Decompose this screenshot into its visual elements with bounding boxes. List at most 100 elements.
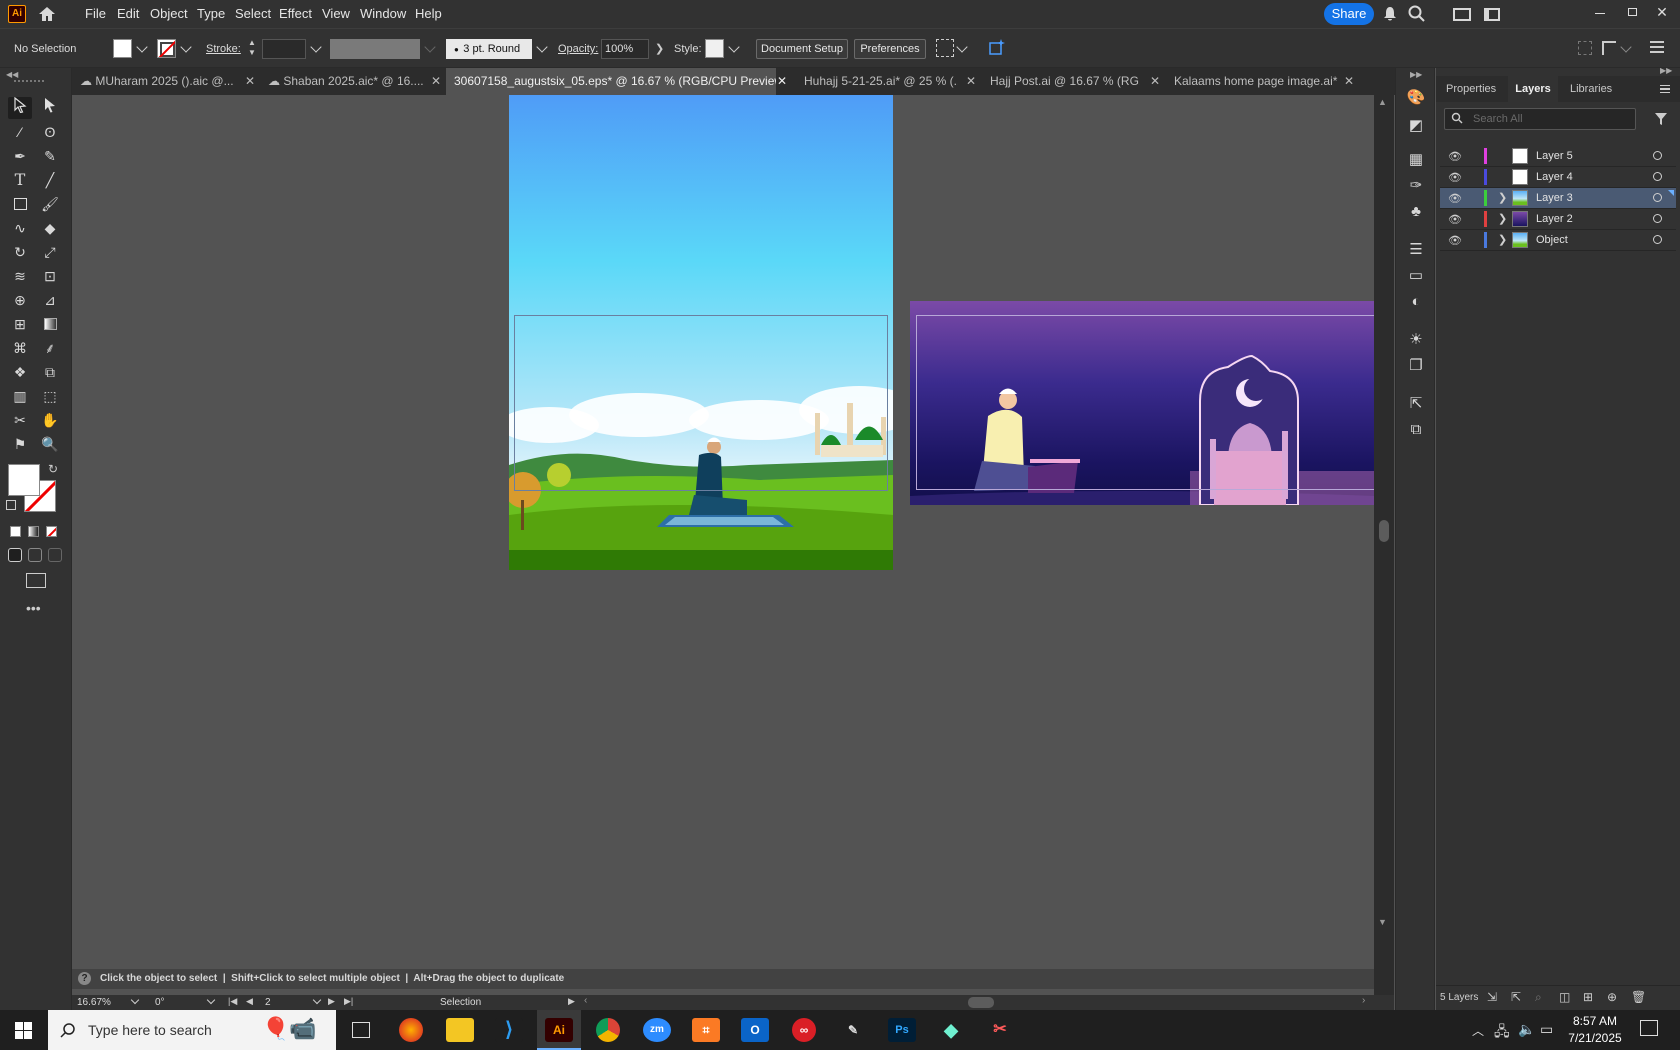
arrange-documents-icon[interactable] xyxy=(1453,8,1471,21)
scroll-thumb[interactable] xyxy=(1379,520,1389,542)
close-tab-icon[interactable]: ✕ xyxy=(245,68,255,95)
brushes-panel-icon[interactable]: ✑ xyxy=(1406,176,1426,196)
draw-behind-icon[interactable] xyxy=(28,548,42,562)
toolbox-grip[interactable] xyxy=(14,80,44,82)
blend-tool-icon[interactable]: ⌘ xyxy=(8,337,32,359)
delete-layer-icon[interactable]: 🗑 xyxy=(1631,990,1646,1004)
mesh-tool-icon[interactable]: ⊞ xyxy=(8,313,32,335)
vertical-scrollbar[interactable]: ▲ ▼ xyxy=(1374,95,1394,995)
swatches-panel-icon[interactable]: ▦ xyxy=(1406,150,1426,170)
layer-name[interactable]: Object xyxy=(1536,234,1568,246)
layer-target-icon[interactable] xyxy=(1653,214,1662,223)
chrome-icon[interactable] xyxy=(596,1018,620,1042)
draw-inside-icon[interactable] xyxy=(48,548,62,562)
close-tab-icon[interactable]: ✕ xyxy=(431,68,441,95)
close-tab-icon[interactable]: ✕ xyxy=(1344,68,1354,95)
windows-start-icon[interactable] xyxy=(15,1022,32,1039)
close-tab-icon[interactable]: ✕ xyxy=(966,68,976,95)
lasso-tool-icon[interactable]: ʘ xyxy=(38,121,62,143)
draw-normal-icon[interactable] xyxy=(8,548,22,562)
rectangle-tool-icon[interactable] xyxy=(8,193,32,215)
default-fill-stroke-icon[interactable] xyxy=(6,500,16,510)
swap-fill-stroke-icon[interactable]: ↻ xyxy=(48,462,58,476)
scroll-up-icon[interactable]: ▲ xyxy=(1378,97,1387,107)
opacity-field[interactable]: 100% xyxy=(601,39,649,59)
menu-type[interactable]: Type xyxy=(197,6,225,21)
layer-row-object[interactable]: 👁 ❯ Object xyxy=(1440,230,1676,251)
filter-icon[interactable] xyxy=(1654,112,1668,126)
variable-width-profile[interactable] xyxy=(330,39,420,59)
prev-artboard-icon[interactable]: ◀ xyxy=(246,996,253,1007)
artboard-number-field[interactable]: 2 xyxy=(262,995,312,1010)
zoom-icon[interactable]: zm xyxy=(643,1018,671,1042)
bell-icon[interactable] xyxy=(1383,6,1397,22)
xampp-icon[interactable]: ⌗ xyxy=(692,1018,720,1042)
stroke-weight-stepper[interactable]: ▲ ▼ xyxy=(246,38,258,60)
export-selection-icon[interactable]: ⇱ xyxy=(1511,990,1521,1004)
symbol-sprayer-tool-icon[interactable]: ❖ xyxy=(8,361,32,383)
graphic-style-swatch[interactable] xyxy=(705,39,724,58)
horizontal-scroll-thumb[interactable] xyxy=(968,997,994,1008)
make-clipping-mask-icon[interactable]: ◫ xyxy=(1559,990,1570,1004)
zoom-field[interactable]: 16.67% xyxy=(74,995,134,1010)
snipping-tool-icon[interactable]: ✂ xyxy=(986,1018,1014,1042)
help-icon[interactable]: ? xyxy=(78,972,91,985)
scroll-down-icon[interactable]: ▼ xyxy=(1378,917,1387,927)
document-setup-button[interactable]: Document Setup xyxy=(756,39,848,59)
visibility-eye-icon[interactable]: 👁 xyxy=(1448,171,1462,184)
menu-view[interactable]: View xyxy=(322,6,350,21)
expand-chevron-icon[interactable]: ❯ xyxy=(1498,233,1507,246)
locate-object-icon[interactable]: ⌕ xyxy=(1535,990,1542,1005)
distribute-dropdown-icon[interactable] xyxy=(1620,41,1632,53)
current-tool-status[interactable]: Selection xyxy=(440,995,481,1010)
color-mode-icon[interactable] xyxy=(10,526,21,537)
share-button[interactable]: Share xyxy=(1324,3,1374,25)
creative-cloud-icon[interactable]: ∞ xyxy=(792,1018,816,1042)
line-segment-tool-icon[interactable]: ╱ xyxy=(38,169,62,191)
perspective-grid-tool-icon[interactable]: ⊿ xyxy=(38,289,62,311)
fill-swatch[interactable] xyxy=(113,39,132,58)
pen-tool-icon[interactable]: ✒ xyxy=(8,145,32,167)
pen-app-icon[interactable]: ✎ xyxy=(839,1018,867,1042)
illustrator-logo[interactable]: Ai xyxy=(8,5,26,23)
transparency-panel-icon[interactable]: ◐ xyxy=(1406,292,1426,312)
stroke-dropdown-icon[interactable] xyxy=(180,41,192,53)
graphic-styles-panel-icon[interactable]: ❐ xyxy=(1406,356,1426,376)
fill-dropdown-icon[interactable] xyxy=(136,41,148,53)
menu-file[interactable]: File xyxy=(85,6,106,21)
rotation-dropdown-icon[interactable] xyxy=(206,995,216,1005)
layer-row-layer-5[interactable]: 👁 Layer 5 xyxy=(1440,146,1676,167)
recolor-sparkle-icon[interactable] xyxy=(988,38,1006,56)
vscode-icon[interactable]: ⟩ xyxy=(495,1018,523,1042)
tab-huhajj[interactable]: Huhajj 5-21-25.ai* @ 25 % (... xyxy=(796,68,958,95)
style-dropdown-icon[interactable] xyxy=(728,41,740,53)
magic-wand-tool-icon[interactable]: ⁄ xyxy=(8,121,32,143)
expand-chevron-icon[interactable]: ❯ xyxy=(1498,212,1507,225)
minimize-button[interactable] xyxy=(1588,2,1612,22)
layer-target-icon[interactable] xyxy=(1653,172,1662,181)
brush-dropdown-icon[interactable] xyxy=(536,41,548,53)
brush-definition[interactable]: ● 3 pt. Round xyxy=(446,39,532,59)
artboard-dropdown-icon[interactable] xyxy=(312,995,322,1005)
crystal-app-icon[interactable]: ◆ xyxy=(937,1018,965,1042)
screen-mode-icon[interactable] xyxy=(26,573,46,588)
layers-search[interactable]: Search All xyxy=(1444,108,1636,130)
strip-collapse-icon[interactable]: ▶▶ xyxy=(1410,70,1422,79)
edit-toolbar-icon[interactable]: ••• xyxy=(26,600,41,616)
close-tab-icon[interactable]: ✕ xyxy=(1150,68,1160,95)
tab-hajj-post[interactable]: Hajj Post.ai @ 16.67 % (RG... xyxy=(982,68,1140,95)
volume-icon[interactable]: 🔈 xyxy=(1518,1021,1535,1038)
close-tab-icon[interactable]: ✕ xyxy=(777,68,787,95)
clock-date[interactable]: 7/21/2025 xyxy=(1562,1031,1628,1045)
layer-target-icon[interactable] xyxy=(1653,193,1662,202)
stroke-weight-field[interactable] xyxy=(262,39,306,59)
puppet-warp-tool-icon[interactable]: ⚑ xyxy=(8,433,32,455)
taskbar-search-input[interactable]: Type here to search xyxy=(88,1022,212,1038)
layer-name[interactable]: Layer 4 xyxy=(1536,171,1573,183)
type-tool-icon[interactable]: T xyxy=(8,169,32,191)
firefox-icon[interactable] xyxy=(399,1018,423,1042)
menu-effect[interactable]: Effect xyxy=(279,6,312,21)
shape-builder-tool-icon[interactable]: ⊕ xyxy=(8,289,32,311)
color-guide-icon[interactable]: ◩ xyxy=(1406,116,1426,136)
tab-augustsix-active[interactable]: 30607158_augustsix_05.eps* @ 16.67 % (RG… xyxy=(446,68,776,95)
